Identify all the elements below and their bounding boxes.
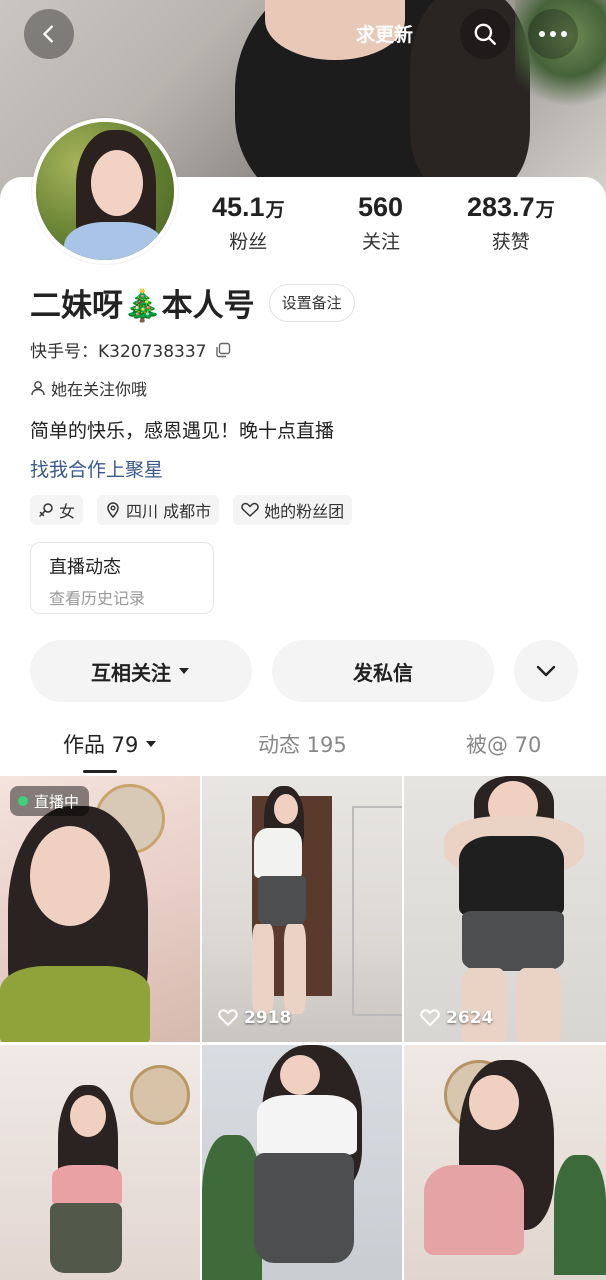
search-icon — [474, 23, 496, 45]
stat-fans[interactable]: 45.1万 粉丝 — [212, 192, 285, 254]
more-button[interactable] — [528, 9, 578, 59]
content-tabs: 作品 79 动态 195 被@ 70 — [0, 728, 606, 774]
stat-value: 560 — [358, 192, 404, 222]
tag-label: 她的粉丝团 — [264, 502, 345, 521]
stat-value: 283.7万 — [467, 192, 555, 222]
fan-club-icon — [241, 502, 259, 517]
tag-fan-club[interactable]: 她的粉丝团 — [233, 495, 353, 525]
send-message-button[interactable]: 发私信 — [272, 640, 494, 702]
video-likes: 2918 — [218, 1008, 291, 1028]
follows-you-text: 她在关注你哦 — [51, 380, 148, 399]
live-badge-label: 直播中 — [34, 792, 80, 811]
bio: 简单的快乐，感恩遇见！晚十点直播 — [30, 420, 335, 442]
video-tile[interactable]: 2624 — [404, 776, 606, 1042]
tab-label: 动态 195 — [258, 733, 347, 757]
stat-label: 关注 — [362, 231, 401, 253]
female-icon — [39, 503, 53, 517]
likes-count: 2918 — [244, 1008, 292, 1028]
kuaishou-id: 快手号：K320738337 — [30, 337, 231, 362]
profile-name: 二妹呀🎄本人号 — [30, 288, 255, 324]
action-row: 互相关注 发私信 — [30, 640, 578, 702]
set-remark-button[interactable]: 设置备注 — [268, 283, 355, 322]
name-row: 二妹呀🎄本人号 设置备注 — [30, 280, 355, 325]
video-tile[interactable] — [404, 1045, 606, 1280]
video-tile[interactable]: 直播中 — [0, 776, 200, 1042]
stat-label: 粉丝 — [229, 231, 268, 253]
avatar[interactable] — [32, 118, 178, 264]
live-badge: 直播中 — [10, 786, 90, 816]
video-tile[interactable] — [202, 1045, 402, 1280]
person-icon — [31, 381, 45, 396]
chevron-left-icon — [43, 25, 53, 43]
likes-count: 2624 — [446, 1008, 494, 1028]
tab-label: 被@ 70 — [466, 733, 542, 757]
tab-mentions[interactable]: 被@ 70 — [466, 728, 541, 760]
stat-following[interactable]: 560 关注 — [358, 192, 404, 254]
heart-icon — [420, 1009, 440, 1026]
heart-icon — [218, 1009, 238, 1026]
mutual-follow-button[interactable]: 互相关注 — [30, 640, 252, 702]
follows-you-note: 她在关注你哦 — [30, 376, 147, 400]
collab-link[interactable]: 找我合作上聚星 — [30, 455, 163, 482]
tag-gender: 女 — [30, 495, 84, 525]
back-button[interactable] — [24, 9, 74, 59]
tag-label: 四川 成都市 — [126, 502, 212, 521]
send-message-label: 发私信 — [353, 660, 413, 685]
caret-down-icon — [146, 741, 157, 747]
location-pin-icon — [107, 502, 119, 518]
tab-moments[interactable]: 动态 195 — [258, 728, 347, 760]
stat-label: 获赞 — [491, 231, 530, 253]
video-tile[interactable] — [0, 1045, 200, 1280]
profile-tags: 女 四川 成都市 她的粉丝团 — [30, 495, 353, 525]
live-history-subtitle: 查看历史记录 — [49, 589, 146, 608]
top-bar: 求更新 — [0, 0, 606, 70]
kuaishou-id-text: 快手号：K320738337 — [30, 342, 207, 362]
search-button[interactable] — [460, 9, 510, 59]
more-dots-icon — [539, 31, 567, 37]
active-tab-indicator — [83, 770, 117, 773]
caret-down-icon — [179, 668, 189, 674]
tab-label: 作品 79 — [63, 733, 139, 757]
stat-likes[interactable]: 283.7万 获赞 — [467, 192, 555, 254]
copy-icon[interactable] — [215, 342, 231, 358]
video-likes: 2624 — [420, 1008, 493, 1028]
stat-value: 45.1万 — [212, 192, 285, 222]
expand-recommendations-button[interactable] — [514, 640, 578, 702]
live-dot-icon — [18, 796, 28, 806]
live-history-card[interactable]: 直播动态 查看历史记录 — [30, 542, 214, 614]
request-update-button[interactable]: 求更新 — [356, 20, 413, 47]
tag-location: 四川 成都市 — [97, 495, 220, 525]
live-history-title: 直播动态 — [49, 557, 121, 578]
chevron-down-icon — [536, 665, 556, 677]
tab-works[interactable]: 作品 79 — [63, 728, 158, 760]
tag-label: 女 — [59, 502, 76, 521]
video-tile[interactable]: 2918 — [202, 776, 402, 1042]
mutual-follow-label: 互相关注 — [91, 660, 171, 685]
